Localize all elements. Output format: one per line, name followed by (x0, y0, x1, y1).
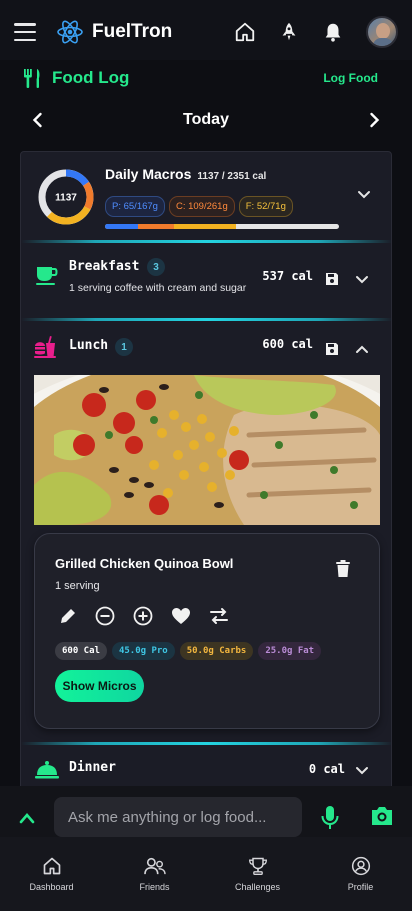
bottom-navigation: Dashboard Friends Challenges Profile (0, 837, 412, 911)
save-icon[interactable] (325, 342, 339, 356)
microphone-icon[interactable] (321, 806, 339, 830)
calories-chip: 600 Cal (55, 642, 107, 660)
divider (21, 240, 391, 243)
bell-icon[interactable] (322, 21, 344, 43)
carbs-pill: C: 109/261g (168, 196, 235, 217)
log-food-link[interactable]: Log Food (323, 71, 378, 85)
meal-breakfast[interactable]: Breakfast 3 1 serving coffee with cream … (21, 244, 391, 318)
nav-profile-label: Profile (347, 882, 374, 892)
show-micros-button[interactable]: Show Micros (55, 670, 144, 702)
donut-calories: 1137 (55, 193, 77, 204)
nav-challenges[interactable]: Challenges (218, 856, 298, 892)
heart-icon[interactable] (171, 607, 191, 625)
nav-friends-label: Friends (139, 882, 170, 892)
brand[interactable]: FuelTron (56, 18, 172, 46)
meal-dinner[interactable]: Dinner 0 cal (21, 746, 391, 790)
nav-dashboard[interactable]: Dashboard (12, 856, 92, 892)
menu-icon[interactable] (14, 23, 36, 41)
protein-chip: 45.0g Pro (111, 642, 175, 660)
fork-knife-icon (24, 69, 40, 88)
profile-icon (351, 856, 370, 876)
fast-food-icon (34, 336, 56, 358)
trash-icon[interactable] (335, 560, 351, 578)
chevron-up-icon[interactable] (19, 812, 35, 824)
lunch-calories: 600 cal (262, 337, 313, 351)
chevron-down-icon[interactable] (355, 766, 369, 776)
atom-logo-icon (57, 20, 83, 44)
fat-chip: 25.0g Fat (258, 642, 322, 660)
food-item-serving: 1 serving (55, 580, 100, 592)
food-log-panel: 1137 Daily Macros 1137 / 2351 cal P: 65/… (20, 151, 392, 791)
camera-icon[interactable] (370, 805, 394, 827)
divider (21, 742, 391, 745)
date-navigator: Today (0, 104, 412, 136)
food-log-bar: Food Log Log Food (0, 60, 412, 96)
minus-circle-icon[interactable] (95, 606, 115, 626)
daily-macros-card[interactable]: 1137 Daily Macros 1137 / 2351 cal P: 65/… (21, 152, 391, 238)
fat-pill: F: 52/71g (238, 196, 293, 217)
breakfast-count-badge: 3 (147, 258, 165, 276)
nav-friends[interactable]: Friends (115, 856, 195, 892)
top-app-bar: FuelTron (0, 0, 412, 64)
rocket-icon[interactable] (278, 21, 300, 43)
trophy-icon (248, 857, 267, 875)
breakfast-calories: 537 cal (262, 269, 313, 283)
carbs-progress (138, 224, 174, 229)
dinner-title: Dinner (69, 760, 116, 775)
plus-circle-icon[interactable] (133, 606, 153, 626)
meal-lunch[interactable]: Lunch 1 600 cal (21, 322, 391, 372)
lunch-count-badge: 1 (115, 338, 133, 356)
divider (21, 318, 391, 321)
swap-icon[interactable] (209, 607, 229, 625)
chevron-right-icon[interactable] (366, 112, 382, 128)
app-name: FuelTron (92, 21, 173, 42)
calorie-donut: 1137 (38, 169, 94, 225)
chevron-up-icon[interactable] (355, 344, 369, 354)
protein-progress (105, 224, 139, 229)
chevron-down-icon[interactable] (355, 275, 369, 285)
fat-progress (173, 224, 237, 229)
macro-progress-bar (105, 224, 339, 229)
chevron-down-icon[interactable] (357, 190, 371, 200)
dinner-calories: 0 cal (308, 762, 345, 776)
nav-dashboard-label: Dashboard (29, 882, 74, 892)
avatar[interactable] (366, 16, 398, 48)
daily-macros-title: Daily Macros (105, 166, 192, 182)
carbs-chip: 50.0g Carbs (179, 642, 254, 660)
coffee-cup-icon (36, 267, 58, 285)
protein-pill: P: 65/167g (105, 196, 165, 217)
breakfast-title: Breakfast (69, 259, 140, 274)
nav-profile[interactable]: Profile (321, 856, 401, 892)
save-icon[interactable] (325, 272, 339, 286)
meal-photo (34, 375, 380, 525)
friends-icon (143, 857, 166, 875)
nav-challenges-label: Challenges (234, 882, 281, 892)
food-item-card[interactable]: Grilled Chicken Quinoa Bowl 1 serving 60… (34, 533, 380, 729)
lunch-title: Lunch (69, 338, 109, 353)
date-label: Today (183, 111, 229, 128)
chat-input[interactable] (54, 797, 302, 837)
edit-pencil-icon[interactable] (59, 607, 77, 625)
home-icon[interactable] (234, 21, 256, 43)
food-item-name: Grilled Chicken Quinoa Bowl (55, 556, 234, 571)
cloche-icon (35, 761, 59, 779)
daily-macros-summary: 1137 / 2351 cal (197, 171, 267, 182)
food-log-title: Food Log (52, 68, 130, 87)
breakfast-description: 1 serving coffee with cream and sugar (69, 282, 247, 294)
chevron-left-icon[interactable] (30, 112, 46, 128)
home-icon (43, 857, 60, 875)
